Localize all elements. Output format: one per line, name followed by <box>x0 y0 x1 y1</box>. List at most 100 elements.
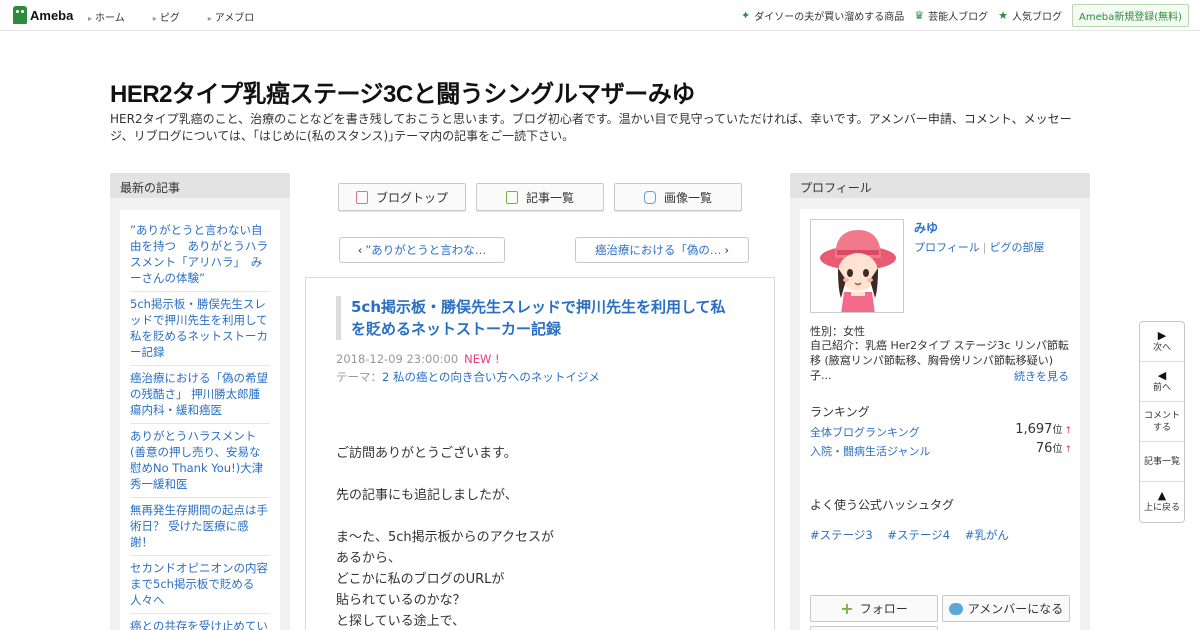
arrow-up-icon: ↑ <box>1064 426 1072 436</box>
camera-icon <box>643 190 656 204</box>
body-line: 貼られているのかな？ <box>336 593 466 608</box>
arrow-up-icon: ↑ <box>1064 445 1072 455</box>
body-line: ま～た、5ch掲示板からのアクセスが <box>336 530 555 545</box>
play-right-icon: ▶ <box>1157 328 1167 342</box>
avatar-illustration <box>811 220 903 312</box>
crown-icon: ♛ <box>914 9 925 22</box>
new-badge: NEW ! <box>464 352 500 366</box>
theme-link[interactable]: 2 私の癌との向き合い方へのネットイジメ <box>382 370 600 384</box>
profile-links: プロフィール | ピグの部屋 <box>914 239 1045 255</box>
body-line: と探している途上で、 <box>336 614 466 629</box>
ranking-row-overall[interactable]: 全体ブログランキング 1,697位 ↑ <box>810 422 1072 440</box>
chevron-right-icon: › <box>724 243 730 257</box>
top-nav-home[interactable]: ▸ ホーム <box>88 9 139 24</box>
link-celebrity-blog[interactable]: ♛ 芸能人ブログ <box>914 8 988 23</box>
top-right-links: ✦ ダイソーの夫が買い溜めする商品 ♛ 芸能人ブログ ★ 人気ブログ Ameba新規登… <box>741 0 1200 31</box>
theme-label: テーマ： <box>336 370 382 384</box>
register-button[interactable]: Ameba新規登録(無料) <box>1071 4 1189 27</box>
latest-article-item[interactable]: 癌治療における「偽の希望の残酷さ」 押川勝太郎腫瘍内科・緩和癌医 <box>130 366 270 424</box>
ranking-value: 76位 ↑ <box>1035 441 1072 456</box>
sparkle-icon: ✦ <box>741 9 751 22</box>
top-nav-ameblo[interactable]: ▸ アメブロ <box>208 9 269 24</box>
follow-button[interactable]: + フォロー <box>810 595 938 622</box>
next-button[interactable]: ▶ 次へ <box>1140 322 1184 362</box>
article-body: ご訪問ありがとうございます。 先の記事にも追記しましたが、 ま～た、5ch掲示板… <box>336 443 756 630</box>
body-line: どこかに私のブログのURLが <box>336 572 505 587</box>
latest-article-item[interactable]: 5ch掲示板・勝俣先生スレッドで押川先生を利用して私を貶めるネットストーカー記録 <box>130 292 270 366</box>
body-line: あるから、 <box>336 551 402 566</box>
blog-description: HER2タイプ乳癌のこと、治療のことなどを書き残しておこうと思います。ブログ初心… <box>110 112 1072 143</box>
prev-button[interactable]: ◀ 前へ <box>1140 362 1184 402</box>
profile-panel: プロフィール みゆ プロフィール | ピグの部屋 性別：女性 自己紹介：乳癌 H… <box>790 173 1090 630</box>
plus-icon: + <box>840 599 854 618</box>
body-gap <box>336 506 756 527</box>
latest-articles-heading: 最新の記事 <box>110 173 290 198</box>
latest-article-item[interactable]: ”ありがとうと言わない自由を持つ ありがとうハラスメント「アリハラ」 みーさんの… <box>130 218 270 292</box>
image-list-button[interactable]: 画像一覧 <box>614 183 742 211</box>
article-list-float-button[interactable]: 記事一覧 <box>1140 442 1184 482</box>
extra-button[interactable] <box>810 626 938 630</box>
ranking-heading: ランキング <box>810 405 870 419</box>
body-line: ご訪問ありがとうございます。 <box>336 446 517 461</box>
back-to-top-button[interactable]: ▲ 上に戻る <box>1140 482 1184 522</box>
profile-name[interactable]: みゆ <box>914 219 938 236</box>
chevron-left-icon: ‹ <box>357 243 363 257</box>
latest-article-item[interactable]: 無再発生存期間の起点は手術日？ 受けた医療に感謝！ <box>130 498 270 556</box>
blog-nav-buttons: ブログトップ 記事一覧 画像一覧 <box>338 183 752 211</box>
latest-article-item[interactable]: ありがとうハラスメント(善意の押し売り、安易な慰めNo Thank You!)大… <box>130 424 270 498</box>
ranking-label: 全体ブログランキング <box>810 426 920 439</box>
blog-title[interactable]: HER2タイプ乳癌ステージ3Cと闘うシングルマザーみゆ <box>110 74 695 109</box>
ameba-logo[interactable]: Ameba <box>13 6 73 24</box>
copy-icon <box>505 190 518 204</box>
ranking-label: 入院・闘病生活ジャンル <box>810 445 931 458</box>
top-bar: Ameba ▸ ホーム ▸ ピグ ▸ アメブロ ✦ ダイソーの夫が買い溜めする商品 ♛ 芸… <box>0 0 1200 31</box>
logo-text: Ameba <box>30 7 74 23</box>
body-gap <box>336 464 756 485</box>
blog-top-button[interactable]: ブログトップ <box>338 183 466 211</box>
article-date: 2018-12-09 23:00:00 <box>336 352 459 366</box>
star-icon: ★ <box>998 9 1008 22</box>
hashtag-item[interactable]: #ステージ4 <box>887 528 950 542</box>
document-icon <box>355 190 368 204</box>
latest-articles-panel: 最新の記事 ”ありがとうと言わない自由を持つ ありがとうハラスメント「アリハラ」… <box>110 173 290 630</box>
triangle-up-icon: ▲ <box>1157 489 1167 502</box>
top-nav-pigg[interactable]: ▸ ピグ <box>153 9 194 24</box>
article-list-button[interactable]: 記事一覧 <box>476 183 604 211</box>
hashtag-item[interactable]: #ステージ3 <box>810 528 873 542</box>
hashtag-heading: よく使う公式ハッシュタグ <box>810 498 955 512</box>
ameba-logo-icon <box>13 6 27 24</box>
top-nav: ▸ ホーム ▸ ピグ ▸ アメブロ <box>88 9 282 24</box>
pigg-room-link[interactable]: ピグの部屋 <box>990 241 1045 254</box>
article: 5ch掲示板・勝俣先生スレッドで押川先生を利用して私を貶めるネットストーカー記録… <box>305 277 775 630</box>
link-daiso[interactable]: ✦ ダイソーの夫が買い溜めする商品 <box>741 8 904 23</box>
next-article-button[interactable]: 癌治療における「偽の… › <box>575 237 749 263</box>
floating-nav: ▶ 次へ ◀ 前へ コメントする 記事一覧 ▲ 上に戻る <box>1139 321 1185 523</box>
member-icon <box>948 602 963 615</box>
latest-articles-list: ”ありがとうと言わない自由を持つ ありがとうハラスメント「アリハラ」 みーさんの… <box>120 210 280 630</box>
link-separator: | <box>982 241 987 254</box>
become-member-button[interactable]: アメンバーになる <box>942 595 1070 622</box>
play-left-icon: ◀ <box>1157 368 1167 382</box>
read-more-link[interactable]: 続きを見る <box>1014 368 1069 384</box>
profile-heading: プロフィール <box>790 173 1090 198</box>
article-title[interactable]: 5ch掲示板・勝俣先生スレッドで押川先生を利用して私を貶めるネットストーカー記録 <box>336 296 736 340</box>
latest-article-item[interactable]: セカンドオピニオンの内容まで5ch掲示板で貶める人々へ <box>130 556 270 614</box>
body-line: 先の記事にも追記しましたが、 <box>336 488 518 503</box>
avatar[interactable] <box>810 219 904 313</box>
article-meta: 2018-12-09 23:00:00 NEW ! <box>336 352 500 366</box>
comment-button[interactable]: コメントする <box>1140 402 1184 442</box>
chevron-right-icon: ▸ <box>207 14 212 23</box>
prev-article-button[interactable]: ‹ ”ありがとうと言わな… <box>339 237 505 263</box>
chevron-right-icon: ▸ <box>152 14 157 23</box>
ranking-value: 1,697位 ↑ <box>1015 422 1072 437</box>
link-popular-blog[interactable]: ★ 人気ブログ <box>998 8 1062 23</box>
chevron-right-icon: ▸ <box>88 14 93 23</box>
article-theme: テーマ：2 私の癌との向き合い方へのネットイジメ <box>336 369 600 385</box>
profile-link[interactable]: プロフィール <box>914 241 980 254</box>
profile-card: みゆ プロフィール | ピグの部屋 性別：女性 自己紹介：乳癌 Her2タイプ ステ… <box>800 209 1080 630</box>
profile-gender: 性別：女性 <box>810 325 865 338</box>
hashtag-item[interactable]: #乳がん <box>965 528 1009 542</box>
hashtag-list: #ステージ3 #ステージ4 #乳がん <box>810 527 1020 543</box>
ranking-row-genre[interactable]: 入院・闘病生活ジャンル 76位 ↑ <box>810 441 1072 459</box>
latest-article-item[interactable]: 癌との共存を受け止めていること <box>130 614 270 630</box>
